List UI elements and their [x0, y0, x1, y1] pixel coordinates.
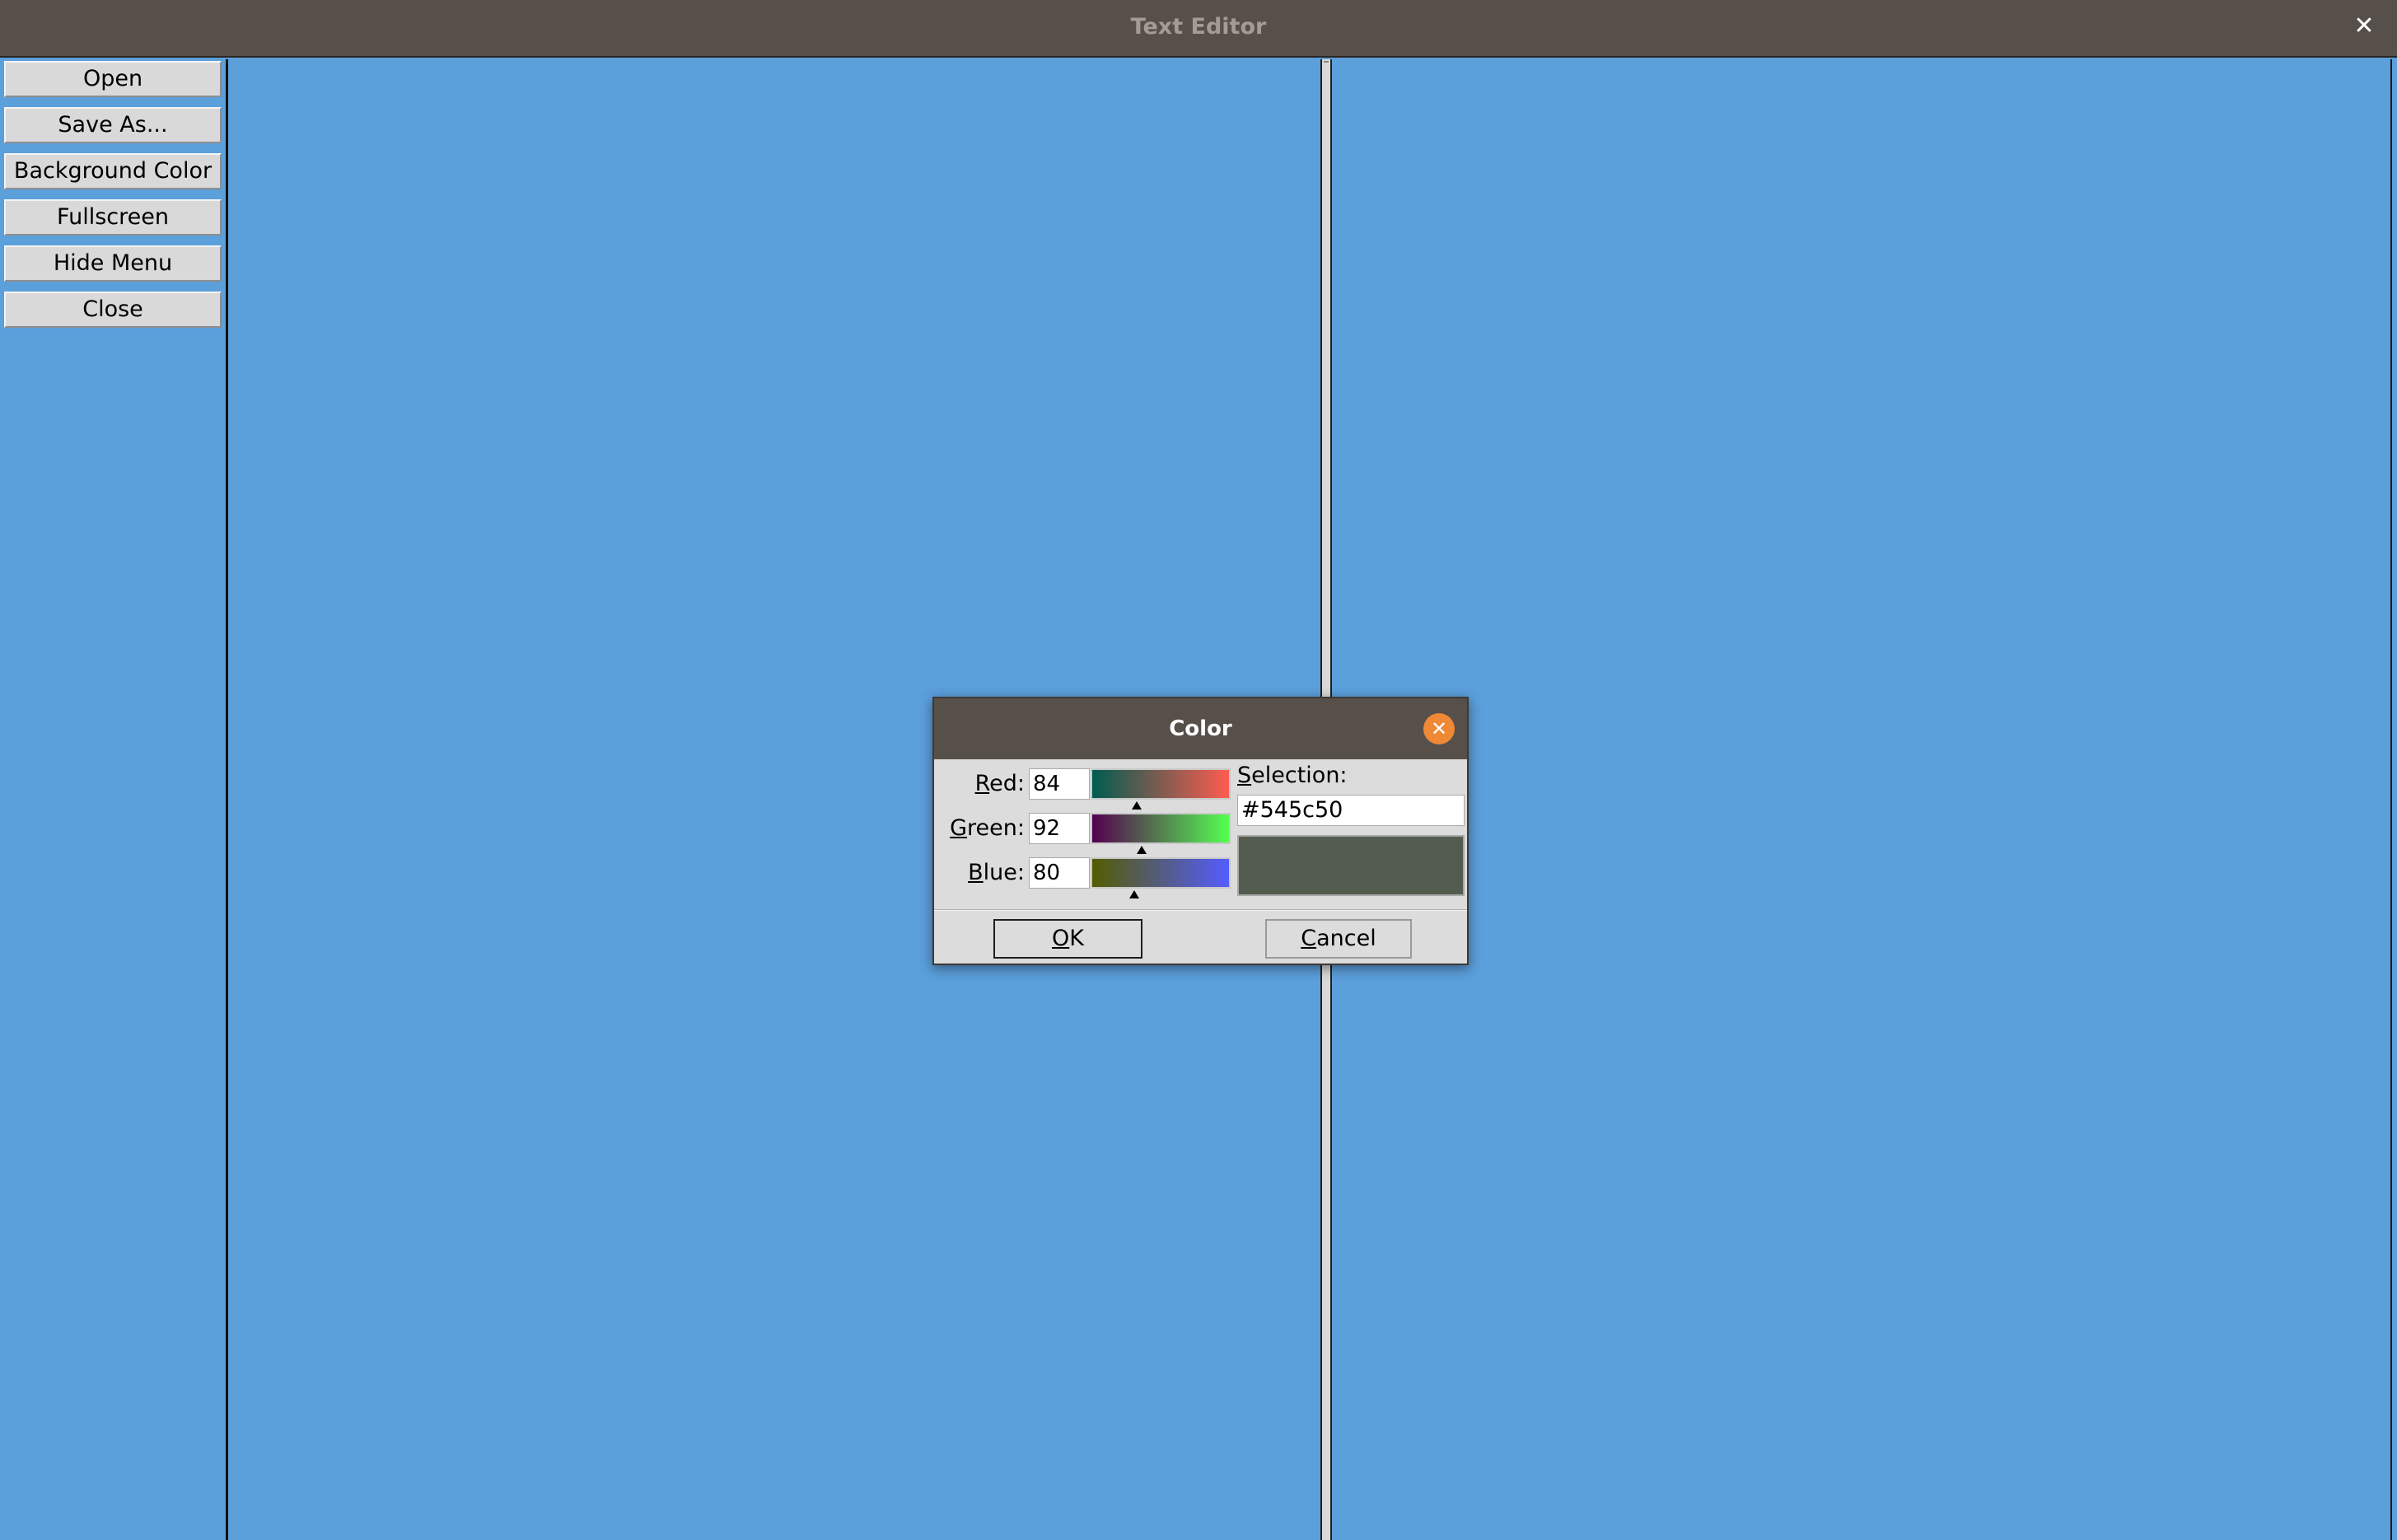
- selection-hex-input[interactable]: #545c50: [1237, 795, 1465, 826]
- green-slider-track[interactable]: [1091, 813, 1231, 844]
- red-label: Red:: [934, 771, 1025, 796]
- window-titlebar: Text Editor ✕: [0, 0, 2397, 58]
- window-title: Text Editor: [1130, 14, 1267, 40]
- scrollbar[interactable]: [2390, 59, 2397, 1540]
- open-button[interactable]: Open: [4, 61, 222, 97]
- ok-button[interactable]: OK: [993, 919, 1142, 959]
- color-dialog: Color ✕ Red: 84 Green: 92 Blue: 80 Selec…: [932, 697, 1469, 965]
- red-slider-thumb-icon[interactable]: [1132, 801, 1142, 810]
- blue-label: Blue:: [934, 860, 1025, 885]
- side-menu: Open Save As... Background Color Fullscr…: [0, 59, 226, 1540]
- blue-input[interactable]: 80: [1029, 857, 1090, 889]
- close-icon[interactable]: ✕: [2346, 8, 2382, 44]
- divider-grip: [1324, 61, 1329, 68]
- blue-label-mnemonic: B: [968, 860, 984, 885]
- color-preview-swatch: [1237, 835, 1465, 896]
- blue-label-text: lue:: [983, 860, 1025, 885]
- green-label: Green:: [934, 815, 1025, 841]
- green-slider-thumb-icon[interactable]: [1137, 846, 1147, 854]
- blue-slider-thumb-icon[interactable]: [1129, 890, 1139, 898]
- dialog-titlebar: Color ✕: [934, 698, 1467, 759]
- hide-menu-button[interactable]: Hide Menu: [4, 245, 222, 282]
- blue-slider[interactable]: [1091, 857, 1231, 898]
- fullscreen-button[interactable]: Fullscreen: [4, 199, 222, 236]
- cancel-button[interactable]: Cancel: [1265, 919, 1412, 959]
- selection-label-text: election:: [1251, 763, 1348, 788]
- green-label-mnemonic: G: [950, 815, 968, 841]
- ok-mnemonic: O: [1052, 926, 1070, 951]
- red-label-mnemonic: R: [974, 771, 990, 796]
- cancel-mnemonic: C: [1301, 926, 1317, 951]
- dialog-separator: [934, 909, 1467, 911]
- close-button[interactable]: Close: [4, 292, 222, 328]
- green-input[interactable]: 92: [1029, 813, 1090, 844]
- red-slider-track[interactable]: [1091, 768, 1231, 800]
- ok-label-text: K: [1069, 926, 1084, 951]
- editor-pane-right[interactable]: [1332, 59, 2390, 1540]
- green-label-text: reen:: [967, 815, 1025, 841]
- selection-label-mnemonic: S: [1237, 763, 1252, 788]
- blue-slider-track[interactable]: [1091, 857, 1231, 889]
- cancel-label-text: ancel: [1316, 926, 1376, 951]
- close-circle-icon[interactable]: ✕: [1423, 713, 1455, 744]
- red-slider[interactable]: [1091, 768, 1231, 810]
- background-color-button[interactable]: Background Color: [4, 153, 222, 189]
- save-as-button[interactable]: Save As...: [4, 107, 222, 143]
- dialog-title: Color: [1169, 716, 1232, 741]
- selection-label: Selection:: [1237, 763, 1348, 788]
- green-slider[interactable]: [1091, 813, 1231, 854]
- red-input[interactable]: 84: [1029, 768, 1090, 800]
- red-label-text: ed:: [989, 771, 1025, 796]
